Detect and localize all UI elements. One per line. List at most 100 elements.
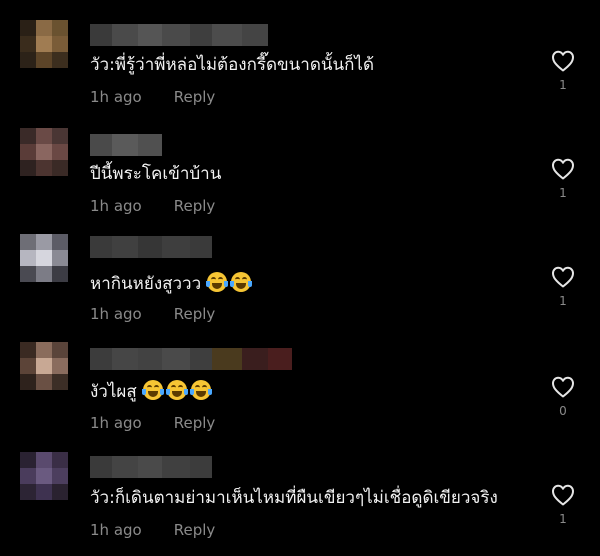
like-count: 1 [559,78,567,92]
comment-text: วัว:พี่รู้ว่าพี่หล่อไม่ต้องกรี๊ดขนาดนั้น… [90,55,375,75]
comment-item: วัว:พี่รู้ว่าพี่หล่อไม่ต้องกรี๊ดขนาดนั้น… [0,0,600,108]
avatar-pixel [20,250,36,266]
username-blurred[interactable] [90,236,212,258]
avatar[interactable] [20,452,68,500]
avatar-pixel [20,266,36,282]
avatar-pixel [36,484,52,500]
comment-text: วัว:ก็เดินตามย่ามาเห็นไหมที่ผืนเขียวๆไม่… [90,488,498,508]
like-button[interactable]: 1 [548,50,578,92]
avatar-pixel [20,20,36,36]
avatar[interactable] [20,128,68,176]
heart-outline-icon[interactable] [551,50,575,72]
username-blurred[interactable] [90,456,212,478]
heart-outline-icon[interactable] [551,158,575,180]
avatar-pixel [36,52,52,68]
username-pixel [138,456,162,478]
avatar-pixel [20,484,36,500]
username-blurred[interactable] [90,348,292,370]
avatar-pixel [20,160,36,176]
reply-button[interactable]: Reply [174,521,216,539]
heart-outline-icon[interactable] [551,266,575,288]
avatar-pixel [20,452,36,468]
avatar-pixel [36,468,52,484]
avatar-pixel [52,342,68,358]
like-button[interactable]: 1 [548,266,578,308]
comment-item: หากินหยังสูววว 1h ago Reply 1 [0,216,600,324]
username-pixel [90,348,112,370]
username-blurred[interactable] [90,24,268,46]
username-pixel [190,456,212,478]
username-pixel [190,348,212,370]
avatar-pixel [52,128,68,144]
emoji-group [206,272,253,292]
reply-button[interactable]: Reply [174,414,216,432]
avatar-pixel [36,160,52,176]
comment-text: หากินหยังสูววว [90,272,253,295]
avatar-pixel [20,128,36,144]
username-pixel [138,236,162,258]
username-pixel [112,236,138,258]
like-count: 1 [559,294,567,308]
username-pixel [212,348,242,370]
heart-outline-icon[interactable] [551,484,575,506]
comment-item: ปีนี้พระโคเข้าบ้าน 1h ago Reply 1 [0,108,600,216]
avatar-pixel [52,144,68,160]
avatar-pixel [20,52,36,68]
avatar-pixel [20,144,36,160]
comment-text: ปีนี้พระโคเข้าบ้าน [90,164,222,184]
like-count: 1 [559,512,567,526]
username-pixel [162,456,190,478]
username-pixel [138,24,162,46]
comment-meta: 1h ago Reply [90,305,215,323]
reply-button[interactable]: Reply [174,197,216,215]
avatar-pixel [20,374,36,390]
username-blurred[interactable] [90,134,162,156]
avatar-pixel [52,52,68,68]
avatar-pixel [20,36,36,52]
avatar-pixel [52,266,68,282]
username-pixel [90,236,112,258]
heart-outline-icon[interactable] [551,376,575,398]
like-button[interactable]: 1 [548,158,578,200]
avatar[interactable] [20,342,68,390]
avatar[interactable] [20,20,68,68]
username-pixel [190,24,212,46]
avatar[interactable] [20,234,68,282]
username-pixel [162,236,190,258]
face-with-tears-of-joy-icon [165,380,188,400]
username-pixel [112,134,138,156]
avatar-pixel [52,468,68,484]
avatar-pixel [52,234,68,250]
username-pixel [90,456,112,478]
username-pixel [242,24,268,46]
avatar-pixel [36,250,52,266]
comment-text-content: หากินหยังสูววว [90,274,202,294]
comment-item: งัวไผสู 1h ago Reply 0 [0,324,600,432]
comment-time: 1h ago [90,305,142,323]
avatar-pixel [52,250,68,266]
avatar-pixel [36,358,52,374]
avatar-pixel [36,20,52,36]
face-with-tears-of-joy-icon [141,380,164,400]
username-pixel [162,24,190,46]
comment-text-content: งัวไผสู [90,382,137,402]
avatar-pixel [52,20,68,36]
like-count: 0 [559,404,567,418]
reply-button[interactable]: Reply [174,305,216,323]
avatar-pixel [52,452,68,468]
like-button[interactable]: 0 [548,376,578,418]
avatar-pixel [36,266,52,282]
username-pixel [242,348,268,370]
avatar-pixel [20,234,36,250]
avatar-pixel [52,484,68,500]
avatar-pixel [20,468,36,484]
like-button[interactable]: 1 [548,484,578,526]
comment-item: วัว:ก็เดินตามย่ามาเห็นไหมที่ผืนเขียวๆไม่… [0,432,600,540]
avatar-pixel [36,36,52,52]
avatar-pixel [52,358,68,374]
comment-time: 1h ago [90,197,142,215]
username-pixel [90,24,112,46]
comment-time: 1h ago [90,414,142,432]
reply-button[interactable]: Reply [174,88,216,106]
avatar-pixel [36,128,52,144]
